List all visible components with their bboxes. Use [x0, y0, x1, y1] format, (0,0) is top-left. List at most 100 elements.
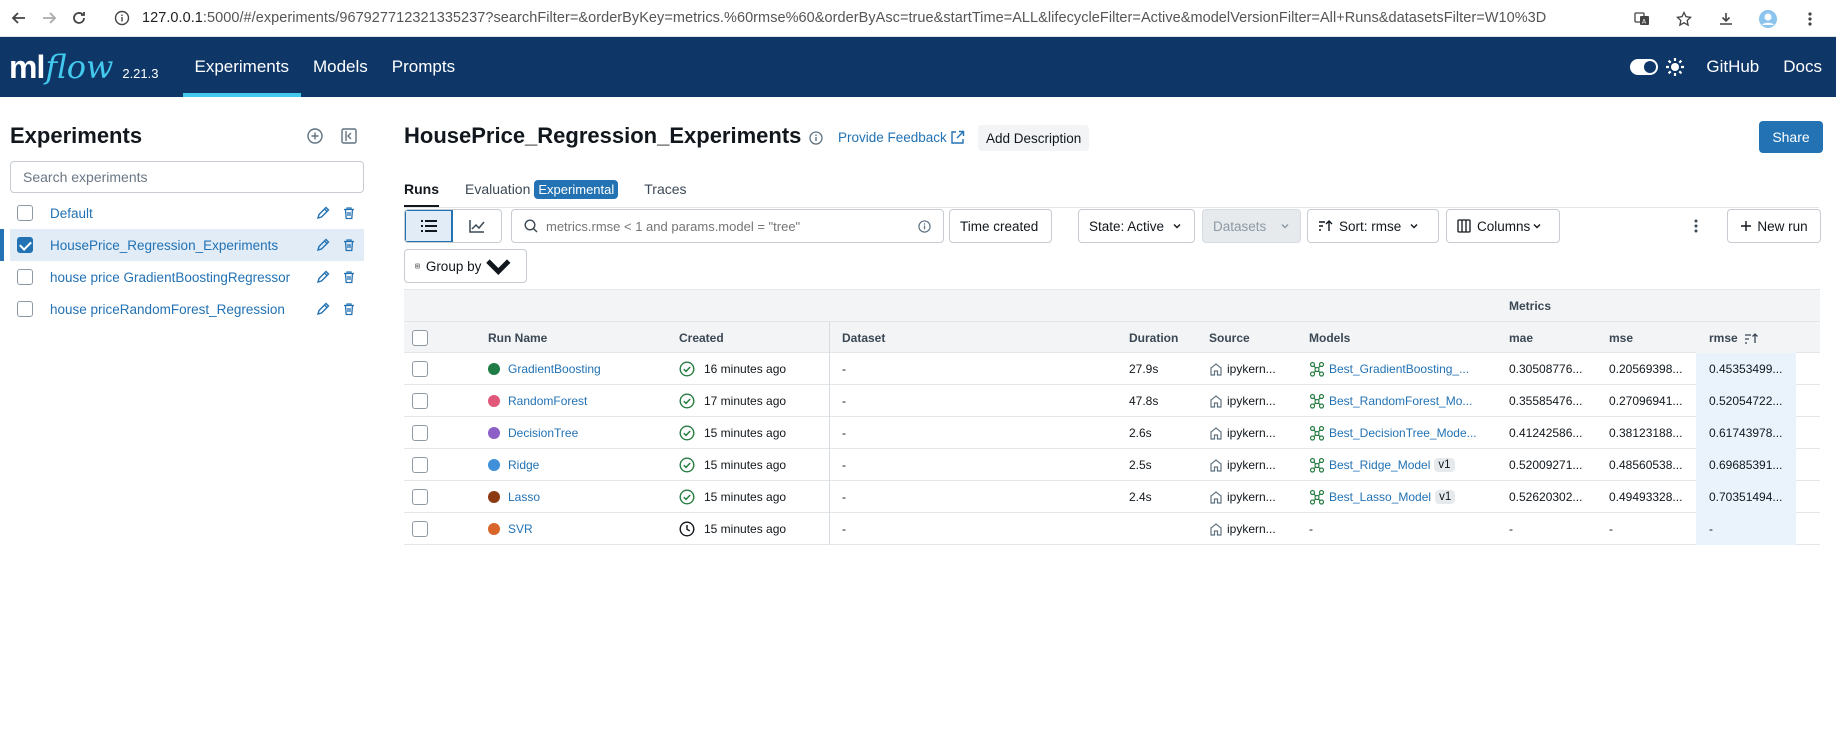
column-header-source[interactable]: Source [1209, 322, 1299, 354]
tab-traces[interactable]: Traces [644, 175, 686, 203]
model-link[interactable]: Best_Lasso_Model [1329, 490, 1431, 504]
run-color-dot[interactable] [488, 427, 500, 439]
site-info-icon[interactable] [114, 10, 130, 31]
dark-mode-toggle[interactable] [1630, 59, 1659, 75]
experiment-item-default[interactable]: Default [10, 197, 364, 229]
row-checkbox[interactable] [412, 385, 428, 417]
share-button[interactable]: Share [1759, 121, 1823, 153]
column-header-rmse[interactable]: rmse [1696, 322, 1796, 354]
nav-tab-models[interactable]: Models [301, 37, 380, 97]
select-all-checkbox[interactable] [412, 322, 428, 354]
external-link-icon[interactable] [950, 130, 965, 145]
run-color-dot[interactable] [488, 395, 500, 407]
column-header-models[interactable]: Models [1309, 322, 1494, 354]
table-row[interactable]: GradientBoosting 16 minutes ago - 27.9s ipyk… [404, 353, 1820, 385]
model-version-badge[interactable]: v1 [1434, 458, 1455, 472]
address-bar[interactable]: 127.0.0.1:5000/#/experiments/96792771232… [106, 2, 1646, 34]
more-options-icon[interactable] [1686, 215, 1706, 237]
github-link[interactable]: GitHub [1706, 57, 1759, 77]
table-row[interactable]: DecisionTree 15 minutes ago - 2.6s ipykern..… [404, 417, 1820, 449]
chart-view-button[interactable] [453, 210, 501, 242]
experiment-checkbox[interactable] [17, 237, 33, 253]
table-view-button[interactable] [405, 210, 454, 242]
run-name-link[interactable]: Ridge [508, 458, 539, 472]
experiment-checkbox[interactable] [17, 269, 33, 285]
info-icon[interactable] [809, 131, 823, 145]
runs-search-box[interactable] [511, 209, 944, 243]
row-checkbox[interactable] [412, 449, 428, 481]
search-info-icon[interactable] [918, 219, 931, 233]
columns-dropdown[interactable]: Columns [1446, 209, 1560, 243]
column-header-mae[interactable]: mae [1509, 322, 1589, 354]
datasets-dropdown[interactable]: Datasets [1202, 209, 1301, 243]
time-created-dropdown[interactable]: Time created [949, 209, 1052, 243]
state-dropdown[interactable]: State: Active [1078, 209, 1195, 243]
model-link[interactable]: Best_GradientBoosting_... [1329, 362, 1469, 376]
experiment-item-randomforest[interactable]: house priceRandomForest_Regression [10, 293, 364, 325]
trash-icon[interactable] [341, 269, 357, 285]
experiment-label[interactable]: house priceRandomForest_Regression [50, 302, 315, 317]
add-description-button[interactable]: Add Description [978, 125, 1090, 151]
create-experiment-icon[interactable] [306, 127, 324, 145]
column-header-duration[interactable]: Duration [1129, 322, 1199, 354]
edit-pencil-icon[interactable] [315, 301, 331, 317]
experiment-checkbox[interactable] [17, 301, 33, 317]
nav-tab-prompts[interactable]: Prompts [380, 37, 467, 97]
run-name-link[interactable]: SVR [508, 522, 533, 536]
tab-runs[interactable]: Runs [404, 175, 439, 208]
experiment-label[interactable]: HousePrice_Regression_Experiments [50, 238, 315, 253]
search-experiments-input[interactable] [10, 161, 364, 193]
run-color-dot[interactable] [488, 459, 500, 471]
runs-search-input[interactable] [546, 218, 906, 234]
sort-dropdown[interactable]: Sort: rmse [1307, 209, 1439, 243]
translate-icon[interactable]: A [1628, 5, 1656, 33]
experiment-label[interactable]: Default [50, 206, 315, 221]
experiment-checkbox[interactable] [17, 205, 33, 221]
table-row[interactable]: Lasso 15 minutes ago - 2.4s ipykern... Best_L… [404, 481, 1820, 513]
trash-icon[interactable] [341, 205, 357, 221]
experiment-item-gradientboosting[interactable]: house price GradientBoostingRegressor [10, 261, 364, 293]
reload-icon[interactable] [64, 3, 94, 33]
bookmark-star-icon[interactable] [1670, 5, 1698, 33]
provide-feedback-link[interactable]: Provide Feedback [838, 130, 947, 145]
column-header-created[interactable]: Created [679, 322, 819, 354]
group-by-dropdown[interactable]: Group by [404, 249, 527, 283]
experiment-item-houseprice-regression[interactable]: HousePrice_Regression_Experiments [0, 229, 364, 261]
column-header-run-name[interactable]: Run Name [488, 322, 668, 354]
table-row[interactable]: RandomForest 17 minutes ago - 47.8s ipykern.… [404, 385, 1820, 417]
run-name-link[interactable]: RandomForest [508, 394, 587, 408]
run-color-dot[interactable] [488, 491, 500, 503]
run-name-link[interactable]: DecisionTree [508, 426, 578, 440]
back-icon[interactable] [4, 3, 34, 33]
table-row[interactable]: Ridge 15 minutes ago - 2.5s ipykern... Best_R… [404, 449, 1820, 481]
row-checkbox[interactable] [412, 481, 428, 513]
run-name-link[interactable]: GradientBoosting [508, 362, 601, 376]
model-version-badge[interactable]: v1 [1435, 490, 1456, 504]
collapse-sidebar-icon[interactable] [340, 127, 358, 145]
mlflow-logo[interactable]: ml flow 2.21.3 [9, 48, 159, 86]
forward-icon[interactable] [34, 3, 64, 33]
column-header-mse[interactable]: mse [1609, 322, 1689, 354]
trash-icon[interactable] [341, 301, 357, 317]
row-checkbox[interactable] [412, 353, 428, 385]
nav-tab-experiments[interactable]: Experiments [182, 37, 302, 97]
download-icon[interactable] [1712, 5, 1740, 33]
edit-pencil-icon[interactable] [315, 205, 331, 221]
table-row[interactable]: SVR 15 minutes ago - ipykern... - - - - [404, 513, 1820, 545]
model-link[interactable]: Best_DecisionTree_Mode... [1329, 426, 1477, 440]
tab-evaluation[interactable]: Evaluation Experimental [465, 175, 619, 203]
row-checkbox[interactable] [412, 417, 428, 449]
column-header-dataset[interactable]: Dataset [829, 322, 1079, 354]
new-run-button[interactable]: New run [1727, 209, 1821, 243]
trash-icon[interactable] [341, 237, 357, 253]
profile-avatar-icon[interactable] [1754, 5, 1782, 33]
run-name-link[interactable]: Lasso [508, 490, 540, 504]
model-link[interactable]: Best_Ridge_Model [1329, 458, 1430, 472]
browser-menu-icon[interactable] [1796, 5, 1824, 33]
experiment-label[interactable]: house price GradientBoostingRegressor [50, 270, 315, 285]
model-link[interactable]: Best_RandomForest_Mo... [1329, 394, 1472, 408]
run-color-dot[interactable] [488, 523, 500, 535]
run-color-dot[interactable] [488, 363, 500, 375]
row-checkbox[interactable] [412, 513, 428, 545]
edit-pencil-icon[interactable] [315, 269, 331, 285]
